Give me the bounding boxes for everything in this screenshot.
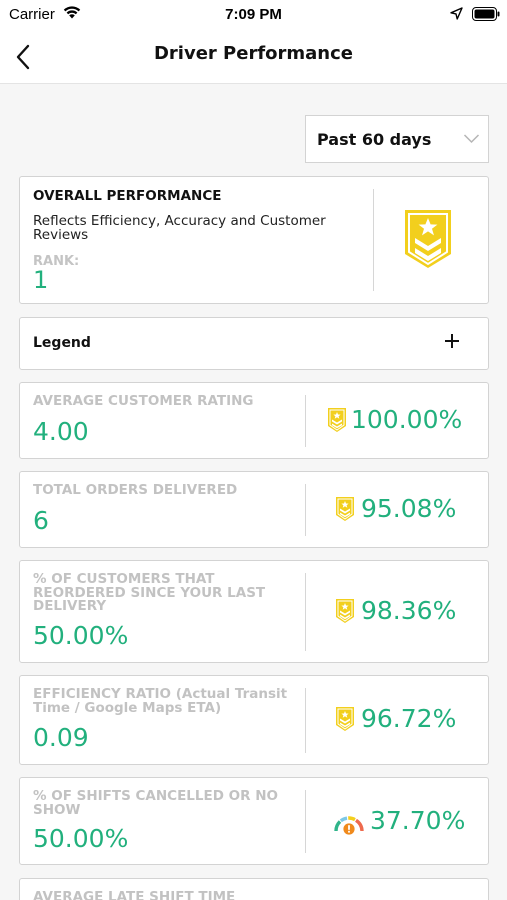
- overall-heading: OVERALL PERFORMANCE: [33, 188, 222, 204]
- location-arrow-icon: [450, 7, 463, 20]
- period-select[interactable]: Past 60 days: [305, 115, 489, 163]
- metric-label: TOTAL ORDERS DELIVERED: [33, 482, 238, 498]
- card-divider: [305, 573, 306, 651]
- metric-card-shifts-cancelled: % OF SHIFTS CANCELLED OR NO SHOW 50.00% …: [19, 777, 489, 865]
- battery-icon: [472, 7, 500, 21]
- chevron-badge-icon: [336, 497, 354, 521]
- card-divider: [305, 790, 306, 853]
- card-divider: [305, 395, 306, 447]
- clock-time: 7:09 PM: [225, 6, 282, 23]
- metric-card-average-customer-rating: AVERAGE CUSTOMER RATING 4.00 100.00%: [19, 382, 489, 459]
- metric-card-reorder-rate: % OF CUSTOMERS THAT REORDERED SINCE YOUR…: [19, 560, 489, 663]
- status-bar: Carrier 7:09 PM: [0, 0, 507, 30]
- plus-icon[interactable]: [443, 332, 461, 350]
- card-divider: [373, 189, 374, 291]
- metric-card-efficiency-ratio: EFFICIENCY RATIO (Actual Transit Time / …: [19, 675, 489, 765]
- legend-toggle[interactable]: Legend: [19, 317, 489, 370]
- metric-value: 0.09: [33, 723, 89, 752]
- chevron-badge-icon: [328, 408, 346, 432]
- metric-card-total-orders-delivered: TOTAL ORDERS DELIVERED 6 95.08%: [19, 471, 489, 548]
- legend-title: Legend: [33, 335, 91, 351]
- overall-performance-card: OVERALL PERFORMANCE Reflects Efficiency,…: [19, 176, 489, 304]
- chevron-badge-icon: [336, 599, 354, 623]
- nav-bar: Driver Performance: [0, 30, 507, 84]
- metric-label: % OF CUSTOMERS THAT REORDERED SINCE YOUR…: [33, 571, 266, 614]
- rank-value: 1: [33, 266, 49, 294]
- metric-percent: 95.08%: [361, 494, 457, 523]
- rank-badge-icon: [405, 210, 451, 268]
- metric-label: AVERAGE CUSTOMER RATING: [33, 393, 254, 409]
- period-selected-value: Past 60 days: [317, 130, 432, 149]
- gauge-warning-icon: [334, 816, 364, 835]
- metric-percent: 98.36%: [361, 596, 457, 625]
- metric-value: 6: [33, 506, 49, 535]
- metric-percent: 96.72%: [361, 704, 457, 733]
- metric-label: % OF SHIFTS CANCELLED OR NO SHOW: [33, 788, 278, 818]
- metric-card-average-late-shift-time: AVERAGE LATE SHIFT TIME: [19, 878, 489, 900]
- metric-percent: 37.70%: [370, 806, 466, 835]
- metric-percent: 100.00%: [351, 405, 463, 434]
- overall-description: Reflects Efficiency, Accuracy and Custom…: [33, 213, 326, 243]
- metric-label: AVERAGE LATE SHIFT TIME: [33, 889, 236, 900]
- chevron-down-icon: [463, 134, 480, 144]
- metric-value: 50.00%: [33, 824, 129, 853]
- metric-label: EFFICIENCY RATIO (Actual Transit Time / …: [33, 686, 288, 716]
- metric-value: 50.00%: [33, 621, 129, 650]
- page-title: Driver Performance: [153, 43, 354, 64]
- chevron-badge-icon: [336, 707, 354, 731]
- card-divider: [305, 484, 306, 536]
- card-divider: [305, 688, 306, 753]
- metric-value: 4.00: [33, 417, 89, 446]
